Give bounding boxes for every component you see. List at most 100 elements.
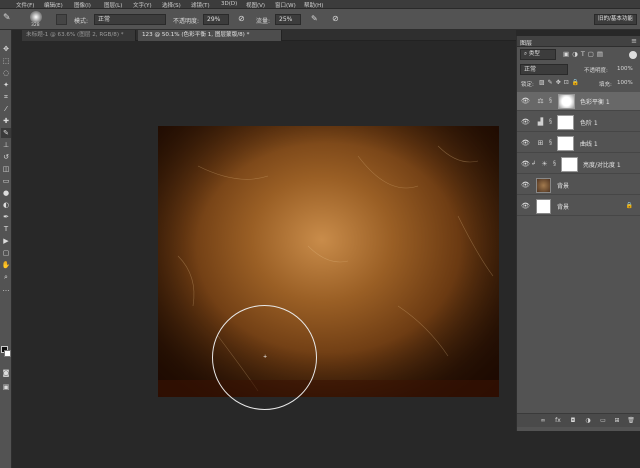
crop-tool-icon[interactable]: ⌗	[1, 92, 11, 102]
marquee-tool-icon[interactable]: ⬚	[1, 56, 11, 66]
tools-panel: ✥ ⬚ ◌ ✦ ⌗ ⁄ ✚ ✎ ⊥ ↺ ◫ ▭ ● ◐ ✒ T ▶ ▢ ✋ ⌕ …	[0, 30, 12, 468]
fill-value[interactable]: 100%	[617, 80, 633, 86]
layer-name[interactable]: 曲线 1	[580, 139, 598, 148]
layer-row-color-balance[interactable]: 👁 ⚖ § 色彩平衡 1	[517, 92, 640, 111]
tab-untitled-1[interactable]: 未标题-1 @ 63.6% (图层 2, RGB/8) *	[22, 30, 136, 41]
filter-icons[interactable]: ▣◑T▢▤	[563, 50, 606, 58]
pen-tool-icon[interactable]: ✒	[1, 212, 11, 222]
visibility-eye-icon[interactable]: 👁	[521, 181, 530, 189]
menu-select[interactable]: 选择(S)	[162, 1, 181, 9]
visibility-eye-icon[interactable]: 👁	[521, 160, 530, 168]
zoom-tool-icon[interactable]: ⌕	[1, 272, 11, 282]
layer-name[interactable]: 背景	[557, 181, 569, 190]
quick-select-tool-icon[interactable]: ✦	[1, 80, 11, 90]
clone-stamp-tool-icon[interactable]: ⊥	[1, 140, 11, 150]
shape-tool-icon[interactable]: ▢	[1, 248, 11, 258]
airbrush-icon[interactable]: ✎	[311, 14, 318, 23]
brush-tool-icon[interactable]: ✎	[3, 13, 11, 23]
visibility-eye-icon[interactable]: 👁	[521, 139, 530, 147]
layer-mask-thumbnail[interactable]	[561, 157, 578, 172]
layer-mask-thumbnail[interactable]	[557, 115, 574, 130]
opacity-input[interactable]: 29%	[203, 14, 229, 25]
history-brush-tool-icon[interactable]: ↺	[1, 152, 11, 162]
layer-name[interactable]: 色阶 1	[580, 118, 598, 127]
screen-mode-icon[interactable]: ▣	[1, 382, 11, 392]
mode-select[interactable]: 正常	[94, 14, 166, 25]
link-layers-icon[interactable]: ∞	[539, 417, 547, 425]
lock-label: 锁定:	[521, 82, 534, 88]
search-icon: ⌕	[524, 51, 528, 57]
adjustment-layer-icon[interactable]: ◑	[584, 417, 592, 425]
menu-image[interactable]: 图像(I)	[74, 1, 91, 9]
layer-filter-select[interactable]: ⌕ 类型	[520, 49, 556, 60]
brush-crosshair-icon: +	[263, 354, 268, 360]
workspace-select[interactable]: 旧的/基本功能	[594, 14, 637, 25]
brush-tool-icon-side[interactable]: ✎	[1, 128, 11, 138]
blend-mode-select[interactable]: 正常	[520, 64, 568, 75]
delete-layer-icon[interactable]: 🗑	[627, 417, 635, 425]
pressure-opacity-icon[interactable]: ⊘	[238, 14, 245, 23]
mode-label: 模式:	[74, 18, 89, 25]
layer-name[interactable]: 色彩平衡 1	[580, 97, 610, 106]
layer-name[interactable]: 背景	[557, 202, 569, 211]
background-color-swatch[interactable]	[4, 350, 11, 357]
new-group-icon[interactable]: ▭	[599, 417, 607, 425]
menu-help[interactable]: 帮助(H)	[304, 1, 323, 9]
link-icon: §	[553, 160, 556, 167]
clip-arrow-icon: ↲	[531, 160, 537, 167]
type-tool-icon[interactable]: T	[1, 224, 11, 234]
pressure-size-icon[interactable]: ⊘	[332, 14, 339, 23]
brush-panel-icon[interactable]	[56, 14, 67, 25]
layer-row-background-copy[interactable]: 👁 背景	[517, 176, 640, 195]
layer-image-thumbnail[interactable]	[536, 178, 551, 193]
panel-menu-icon[interactable]: ≡	[631, 37, 637, 45]
gradient-tool-icon[interactable]: ▭	[1, 176, 11, 186]
curves-icon: ⊞	[537, 139, 544, 147]
blur-tool-icon[interactable]: ●	[1, 188, 11, 198]
menu-layer[interactable]: 图层(L)	[104, 1, 122, 9]
more-tools-icon[interactable]: …	[1, 284, 11, 294]
menu-window[interactable]: 窗口(W)	[275, 1, 296, 9]
layer-opacity-label: 不透明度:	[584, 68, 608, 74]
quick-mask-icon[interactable]: ◙	[1, 368, 11, 378]
lasso-tool-icon[interactable]: ◌	[1, 68, 11, 78]
menu-file[interactable]: 文件(F)	[16, 1, 34, 9]
path-select-tool-icon[interactable]: ▶	[1, 236, 11, 246]
tab-123[interactable]: 123 @ 50.1% (色彩平衡 1, 图层蒙版/8) *	[138, 30, 282, 41]
layers-panel: 图层 ≡ ⌕ 类型 ▣◑T▢▤ 正常 不透明度: 100% 锁定: ▨✎✥⊡🔒 …	[516, 36, 640, 431]
menu-type[interactable]: 文字(Y)	[133, 1, 152, 9]
layer-row-curves[interactable]: 👁 ⊞ § 曲线 1	[517, 134, 640, 153]
visibility-eye-icon[interactable]: 👁	[521, 118, 530, 126]
layers-panel-title[interactable]: 图层	[520, 38, 532, 47]
move-tool-icon[interactable]: ✥	[1, 44, 11, 54]
layer-mask-thumbnail[interactable]	[558, 94, 575, 109]
hand-tool-icon[interactable]: ✋	[1, 260, 11, 270]
lock-icons[interactable]: ▨✎✥⊡🔒	[539, 79, 582, 86]
menu-3d[interactable]: 3D(D)	[221, 1, 237, 7]
visibility-eye-icon[interactable]: 👁	[521, 202, 530, 210]
add-mask-icon[interactable]: ◘	[569, 417, 577, 425]
layer-style-icon[interactable]: fx	[554, 417, 562, 425]
blend-opacity-row: 正常 不透明度: 100%	[517, 64, 640, 76]
layer-row-background[interactable]: 👁 背景 🔒	[517, 197, 640, 216]
flow-input[interactable]: 25%	[275, 14, 301, 25]
balance-icon: ⚖	[537, 97, 544, 105]
layer-opacity-value[interactable]: 100%	[617, 66, 633, 72]
new-layer-icon[interactable]: ⊞	[613, 417, 621, 425]
filter-toggle-icon[interactable]	[629, 51, 637, 59]
brush-preset-icon[interactable]	[30, 11, 42, 23]
layer-row-brightness-contrast[interactable]: 👁 ↲ ☀ § 亮度/对比度 1	[517, 155, 640, 174]
healing-tool-icon[interactable]: ✚	[1, 116, 11, 126]
visibility-eye-icon[interactable]: 👁	[521, 97, 530, 105]
menu-filter[interactable]: 滤镜(T)	[191, 1, 210, 9]
document-canvas[interactable]	[158, 126, 499, 397]
menu-edit[interactable]: 编辑(E)	[44, 1, 63, 9]
dodge-tool-icon[interactable]: ◐	[1, 200, 11, 210]
eraser-tool-icon[interactable]: ◫	[1, 164, 11, 174]
eyedropper-tool-icon[interactable]: ⁄	[1, 104, 11, 114]
layer-name[interactable]: 亮度/对比度 1	[583, 160, 621, 169]
menu-view[interactable]: 视图(V)	[246, 1, 265, 9]
layer-mask-thumbnail[interactable]	[557, 136, 574, 151]
layer-row-levels[interactable]: 👁 ▟ § 色阶 1	[517, 113, 640, 132]
layer-image-thumbnail[interactable]	[536, 199, 551, 214]
